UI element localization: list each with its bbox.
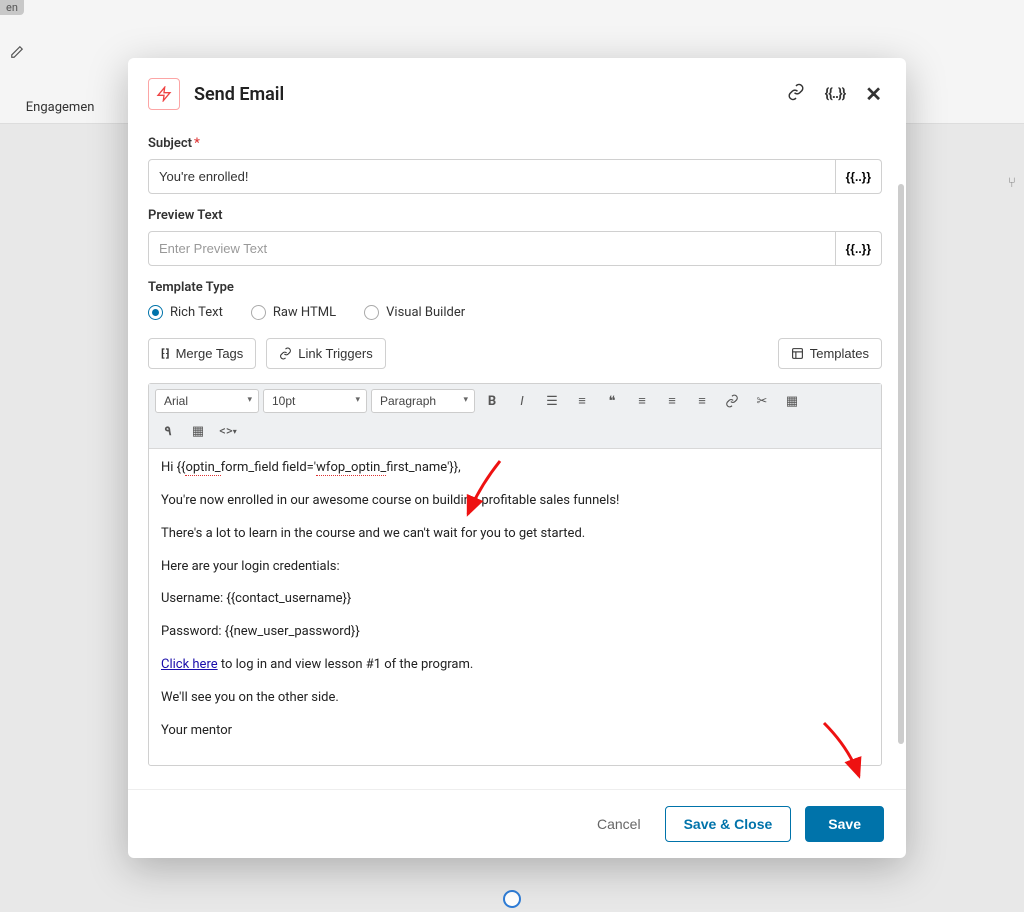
lightning-icon bbox=[148, 78, 180, 110]
editor-body[interactable]: Hi {{optin_form_field field='wfop_optin_… bbox=[149, 449, 881, 765]
link-triggers-button[interactable]: Link Triggers bbox=[266, 338, 385, 369]
merge-tags-icon[interactable]: {{..}} bbox=[825, 86, 846, 102]
preview-merge-button[interactable]: {{..}} bbox=[836, 231, 882, 266]
align-center-icon[interactable]: ≡ bbox=[659, 388, 685, 414]
image-icon[interactable]: ▦ bbox=[779, 388, 805, 414]
radio-visual-builder[interactable]: Visual Builder bbox=[364, 305, 465, 320]
align-left-icon[interactable]: ≡ bbox=[629, 388, 655, 414]
unlink-icon[interactable]: ✂ bbox=[749, 388, 775, 414]
editor-line: Password: {{new_user_password}} bbox=[161, 623, 869, 642]
preview-input[interactable] bbox=[148, 231, 836, 266]
preview-label: Preview Text bbox=[148, 208, 882, 223]
editor-line: Here are your login credentials: bbox=[161, 558, 869, 577]
close-icon[interactable]: ✕ bbox=[865, 82, 882, 106]
send-email-modal: Send Email {{..}} ✕ Subject* {{..}} Prev… bbox=[128, 58, 906, 858]
editor-line: Hi {{optin_form_field field='wfop_optin_… bbox=[161, 459, 869, 478]
split-icon[interactable]: ⑂ bbox=[1008, 175, 1016, 191]
italic-icon[interactable]: I bbox=[509, 388, 535, 414]
modal-body: Subject* {{..}} Preview Text {{..}} Temp… bbox=[128, 124, 906, 789]
link-tb-icon[interactable] bbox=[719, 388, 745, 414]
link-icon[interactable] bbox=[787, 83, 805, 105]
cancel-button[interactable]: Cancel bbox=[587, 808, 651, 840]
save-button[interactable]: Save bbox=[805, 806, 884, 842]
modal-header: Send Email {{..}} ✕ bbox=[128, 58, 906, 124]
editor-line: We'll see you on the other side. bbox=[161, 689, 869, 708]
bg-nav: cts Engagemen bbox=[0, 100, 94, 115]
bold-icon[interactable]: B bbox=[479, 388, 505, 414]
font-select[interactable]: Arial bbox=[155, 389, 259, 413]
subject-input[interactable] bbox=[148, 159, 836, 194]
editor-toolbar: Arial 10pt Paragraph B I ☰ ≡ ❝ ≡ ≡ ≡ ✂ ▦ bbox=[149, 384, 881, 449]
paragraph-icon[interactable]: ۹ bbox=[155, 418, 181, 444]
template-type-radios: Rich Text Raw HTML Visual Builder bbox=[148, 305, 882, 320]
modal-footer: Cancel Save & Close Save bbox=[128, 789, 906, 858]
pencil-icon[interactable] bbox=[10, 44, 24, 63]
blockquote-icon[interactable]: ❝ bbox=[599, 388, 625, 414]
block-select[interactable]: Paragraph bbox=[371, 389, 475, 413]
rich-text-editor: Arial 10pt Paragraph B I ☰ ≡ ❝ ≡ ≡ ≡ ✂ ▦ bbox=[148, 383, 882, 766]
radio-rich-text[interactable]: Rich Text bbox=[148, 305, 223, 320]
editor-line: There's a lot to learn in the course and… bbox=[161, 525, 869, 544]
radio-raw-html[interactable]: Raw HTML bbox=[251, 305, 336, 320]
templates-button[interactable]: Templates bbox=[778, 338, 882, 369]
editor-line: Click here to log in and view lesson #1 … bbox=[161, 656, 869, 675]
code-icon[interactable]: <>▾ bbox=[215, 418, 241, 444]
modal-title: Send Email bbox=[194, 84, 787, 105]
save-close-button[interactable]: Save & Close bbox=[665, 806, 792, 842]
editor-line: Your mentor bbox=[161, 722, 869, 741]
keyboard-icon[interactable]: ▦ bbox=[185, 418, 211, 444]
click-here-link[interactable]: Click here bbox=[161, 657, 218, 672]
size-select[interactable]: 10pt bbox=[263, 389, 367, 413]
bullet-list-icon[interactable]: ☰ bbox=[539, 388, 565, 414]
align-right-icon[interactable]: ≡ bbox=[689, 388, 715, 414]
bg-badge: en bbox=[0, 0, 24, 15]
subject-label: Subject* bbox=[148, 136, 882, 151]
bg-nav-item[interactable]: Engagemen bbox=[26, 100, 95, 115]
merge-tags-button[interactable]: ⁅⁆Merge Tags bbox=[148, 338, 256, 369]
template-type-label: Template Type bbox=[148, 280, 882, 295]
editor-line: Username: {{contact_username}} bbox=[161, 590, 869, 609]
scrollbar[interactable] bbox=[898, 184, 904, 744]
number-list-icon[interactable]: ≡ bbox=[569, 388, 595, 414]
subject-merge-button[interactable]: {{..}} bbox=[836, 159, 882, 194]
flow-node-circle[interactable] bbox=[503, 890, 521, 908]
editor-line: You're now enrolled in our awesome cours… bbox=[161, 492, 869, 511]
